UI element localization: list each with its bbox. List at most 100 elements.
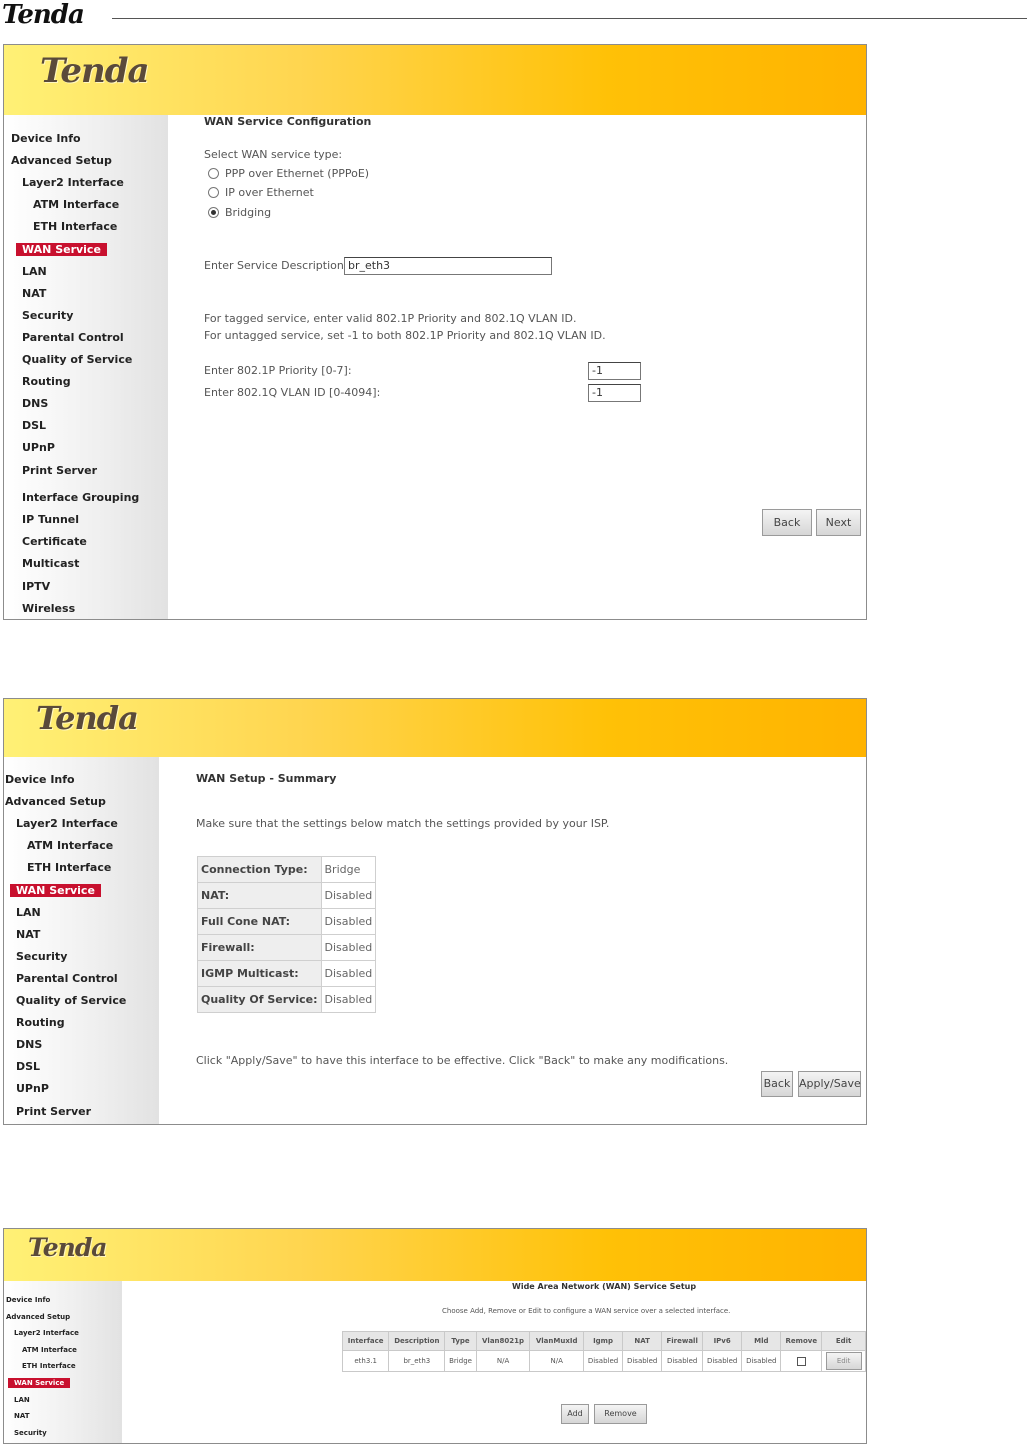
column-header-interface: Interface — [341, 1331, 390, 1351]
apply-save-button[interactable]: Apply/Save — [798, 1071, 861, 1097]
banner: Tenda — [4, 45, 866, 115]
bridging-radio[interactable] — [208, 207, 219, 218]
sidebar-item-quality-of-service[interactable]: Quality of Service — [22, 353, 132, 366]
wan-services-table: Interface Description Type Vlan8021p VlanMux… — [341, 1331, 866, 1372]
sidebar-item-device-info[interactable]: Device Info — [6, 1295, 50, 1305]
page-subtitle: Choose Add, Remove or Edit to configure … — [442, 1307, 731, 1315]
remove-button[interactable]: Remove — [594, 1404, 647, 1424]
summary-value: Disabled — [320, 934, 377, 961]
column-header-description: Description — [388, 1331, 446, 1351]
sidebar-item-interface-grouping[interactable]: Interface Grouping — [22, 491, 139, 504]
sidebar-item-wireless[interactable]: Wireless — [22, 602, 75, 615]
bridging-label: Bridging — [225, 206, 272, 219]
sidebar-item-layer2-interface[interactable]: Layer2 Interface — [16, 817, 118, 830]
sidebar-item-iptv[interactable]: IPTV — [22, 580, 50, 593]
priority-label: Enter 802.1P Priority [0-7]: — [204, 364, 352, 377]
sidebar-item-routing[interactable]: Routing — [16, 1016, 65, 1029]
table-cell: Bridge — [444, 1350, 477, 1372]
sidebar-item-wan-service[interactable]: WAN Service — [8, 1378, 71, 1388]
service-description-label: Enter Service Description: — [204, 259, 348, 272]
next-button[interactable]: Next — [816, 509, 861, 536]
service-description-input[interactable]: br_eth3 — [344, 257, 552, 275]
sidebar-item-dns[interactable]: DNS — [22, 397, 48, 410]
sidebar-item-nat[interactable]: NAT — [22, 287, 46, 300]
sidebar-item-security[interactable]: Security — [16, 950, 67, 963]
remove-cell — [780, 1350, 823, 1372]
vlan-id-label: Enter 802.1Q VLAN ID [0-4094]: — [204, 386, 381, 399]
sidebar-item-advanced-setup[interactable]: Advanced Setup — [5, 795, 106, 808]
sidebar-item-atm-interface[interactable]: ATM Interface — [27, 839, 113, 852]
summary-row: Full Cone NAT: Disabled — [197, 908, 377, 935]
sidebar-item-dsl[interactable]: DSL — [16, 1060, 40, 1073]
table-cell: Disabled — [622, 1350, 663, 1372]
pppoe-radio[interactable] — [208, 168, 219, 179]
tagged-note: For tagged service, enter valid 802.1P P… — [204, 312, 577, 325]
sidebar-item-lan[interactable]: LAN — [14, 1395, 30, 1405]
column-header-edit: Edit — [821, 1331, 866, 1351]
sidebar-item-print-server[interactable]: Print Server — [16, 1105, 91, 1118]
back-button[interactable]: Back — [761, 1071, 793, 1097]
sidebar-item-upnp[interactable]: UPnP — [16, 1082, 49, 1095]
sidebar-item-nat[interactable]: NAT — [14, 1411, 30, 1421]
banner: Tenda — [4, 1229, 866, 1281]
sidebar-item-device-info[interactable]: Device Info — [11, 132, 81, 145]
add-button[interactable]: Add — [561, 1404, 589, 1424]
sidebar-item-nat[interactable]: NAT — [16, 928, 40, 941]
column-header-type: Type — [444, 1331, 477, 1351]
sidebar-item-multicast[interactable]: Multicast — [22, 557, 79, 570]
sidebar-item-atm-interface[interactable]: ATM Interface — [22, 1345, 77, 1355]
table-cell: N/A — [529, 1350, 584, 1372]
sidebar-item-security[interactable]: Security — [22, 309, 73, 322]
table-cell: Disabled — [741, 1350, 782, 1372]
wan-service-configuration-panel: Tenda WAN Service Configuration Select W… — [3, 44, 867, 620]
summary-table: Connection Type: Bridge NAT: Disabled Full C… — [197, 856, 377, 1013]
sidebar-item-upnp[interactable]: UPnP — [22, 441, 55, 454]
vlan-id-input[interactable]: -1 — [588, 384, 641, 402]
back-button[interactable]: Back — [762, 509, 812, 536]
sidebar-item-routing[interactable]: Routing — [22, 375, 71, 388]
column-header-nat: NAT — [622, 1331, 663, 1351]
sidebar-item-security[interactable]: Security — [14, 1428, 47, 1438]
sidebar-item-wan-service[interactable]: WAN Service — [10, 883, 101, 897]
sidebar-item-parental-control[interactable]: Parental Control — [22, 331, 124, 344]
sidebar-item-advanced-setup[interactable]: Advanced Setup — [11, 154, 112, 167]
tenda-logo: Tenda — [40, 51, 150, 91]
table-cell: br_eth3 — [388, 1350, 446, 1372]
page-title: Wide Area Network (WAN) Service Setup — [512, 1282, 697, 1291]
sidebar-item-eth-interface[interactable]: ETH Interface — [27, 861, 111, 874]
sidebar-item-atm-interface[interactable]: ATM Interface — [33, 198, 119, 211]
ipoe-radio[interactable] — [208, 187, 219, 198]
column-header-igmp: Igmp — [582, 1331, 624, 1351]
column-header-vlanmuxid: VlanMuxId — [529, 1331, 584, 1351]
sidebar-item-wan-service[interactable]: WAN Service — [16, 242, 107, 256]
column-header-remove: Remove — [780, 1331, 823, 1351]
sidebar-item-lan[interactable]: LAN — [16, 906, 41, 919]
sidebar-item-print-server[interactable]: Print Server — [22, 464, 97, 477]
summary-key: Quality Of Service: — [197, 986, 322, 1013]
sidebar-item-quality-of-service[interactable]: Quality of Service — [16, 994, 126, 1007]
edit-cell: Edit — [821, 1350, 866, 1372]
summary-value: Disabled — [320, 908, 377, 935]
table-cell: N/A — [475, 1350, 531, 1372]
sidebar-item-parental-control[interactable]: Parental Control — [16, 972, 118, 985]
tenda-logo: Tenda — [28, 1233, 107, 1262]
sidebar-item-layer2-interface[interactable]: Layer2 Interface — [22, 176, 124, 189]
summary-row: NAT: Disabled — [197, 882, 377, 909]
edit-button[interactable]: Edit — [825, 1352, 862, 1370]
remove-checkbox[interactable] — [796, 1356, 806, 1366]
sidebar-item-dns[interactable]: DNS — [16, 1038, 42, 1051]
sidebar-item-dsl[interactable]: DSL — [22, 419, 46, 432]
sidebar-item-lan[interactable]: LAN — [22, 265, 47, 278]
wan-setup-summary-panel: Tenda WAN Setup - Summary Make sure that… — [3, 698, 867, 1125]
sidebar-item-certificate[interactable]: Certificate — [22, 535, 87, 548]
sidebar-item-eth-interface[interactable]: ETH Interface — [33, 220, 117, 233]
sidebar-item-advanced-setup[interactable]: Advanced Setup — [6, 1312, 70, 1322]
sidebar-item-layer2-interface[interactable]: Layer2 Interface — [14, 1328, 79, 1338]
priority-input[interactable]: -1 — [588, 362, 641, 380]
sidebar-item-eth-interface[interactable]: ETH Interface — [22, 1361, 76, 1371]
summary-row: Connection Type: Bridge — [197, 856, 377, 883]
summary-key: Firewall: — [197, 934, 322, 961]
sidebar-item-device-info[interactable]: Device Info — [5, 773, 75, 786]
sidebar-item-ip-tunnel[interactable]: IP Tunnel — [22, 513, 79, 526]
header-rule — [112, 18, 1027, 19]
